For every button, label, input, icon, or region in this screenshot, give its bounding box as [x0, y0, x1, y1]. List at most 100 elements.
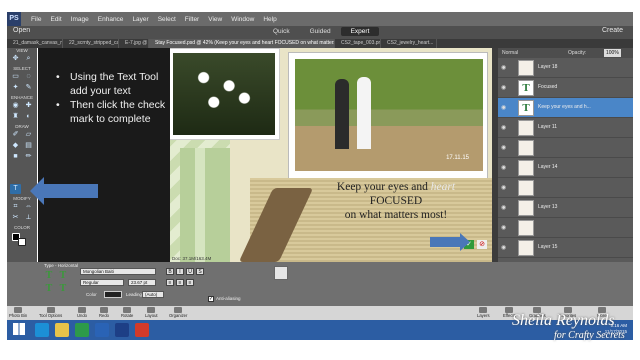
- sponge-icon[interactable]: ◐: [23, 112, 34, 122]
- layer-row[interactable]: ◉: [498, 178, 633, 198]
- clone-stamp-icon[interactable]: ♜: [10, 112, 21, 122]
- horizontal-type-icon[interactable]: T: [44, 271, 54, 281]
- eye-icon[interactable]: ◉: [501, 244, 506, 251]
- redo-button[interactable]: Redo: [99, 307, 109, 318]
- text-tool-icon[interactable]: T: [10, 184, 21, 194]
- menu-image[interactable]: Image: [71, 16, 89, 23]
- photo-bin-button[interactable]: Photo Bin: [9, 307, 27, 318]
- type-mask-icon[interactable]: T: [44, 284, 54, 294]
- cancel-edit-icon[interactable]: ⊘: [477, 240, 487, 249]
- eye-icon[interactable]: ◉: [501, 164, 506, 171]
- layer-row[interactable]: ◉: [498, 138, 633, 158]
- align-left-icon[interactable]: ≡: [166, 279, 174, 286]
- layer-row[interactable]: ◉ T Focused: [498, 78, 633, 98]
- lasso-tool-icon[interactable]: ◌: [23, 72, 34, 82]
- crop-tool-icon[interactable]: ⌗: [10, 202, 21, 212]
- eye-icon[interactable]: ◉: [501, 184, 506, 191]
- open-button[interactable]: Open: [13, 27, 30, 34]
- document-canvas[interactable]: 17.11.15 Keep your eyes and heart FOCUSE…: [170, 48, 492, 262]
- eye-icon[interactable]: ◉: [501, 64, 506, 71]
- align-center-icon[interactable]: ≡: [176, 279, 184, 286]
- chrome-icon[interactable]: [75, 323, 89, 337]
- photoshop-elements-icon[interactable]: [115, 323, 129, 337]
- leading-select[interactable]: (Auto): [142, 291, 164, 298]
- layer-row[interactable]: ◉ Layer 18: [498, 58, 633, 78]
- layer-row[interactable]: ◉ Layer 15: [498, 238, 633, 258]
- zoom-tool-icon[interactable]: ⌕: [23, 54, 34, 64]
- layer-row[interactable]: ◉ Layer 11: [498, 118, 633, 138]
- doc-tab[interactable]: 21_damask_canvas_mext.jpg: [7, 39, 63, 48]
- menu-filter[interactable]: Filter: [185, 16, 199, 23]
- doc-tab[interactable]: CS2_tape_003.png: [335, 39, 381, 48]
- eye-icon[interactable]: ◉: [501, 124, 506, 131]
- eraser-tool-icon[interactable]: ▱: [23, 130, 34, 140]
- tool-options-button[interactable]: Tool Options: [39, 307, 62, 318]
- layer-row-selected[interactable]: ◉ T Keep your eyes and h...: [498, 98, 633, 118]
- doc-tab[interactable]: CS2_jewelry_heart...: [381, 39, 437, 48]
- vertical-type-icon[interactable]: T: [58, 271, 68, 281]
- antialias-checkbox[interactable]: ✓: [208, 296, 214, 302]
- align-right-icon[interactable]: ≡: [186, 279, 194, 286]
- italic-button[interactable]: I: [176, 268, 184, 275]
- text-color-swatch[interactable]: [104, 291, 122, 298]
- menu-window[interactable]: Window: [231, 16, 254, 23]
- font-style-select[interactable]: Regular: [80, 279, 124, 286]
- font-size-select[interactable]: 23.67 pt: [128, 279, 156, 286]
- magic-wand-icon[interactable]: ✦: [10, 83, 21, 93]
- shape-tool-icon[interactable]: ■: [10, 152, 21, 162]
- file-explorer-icon[interactable]: [55, 323, 69, 337]
- blend-mode-select[interactable]: Normal: [502, 50, 518, 56]
- layout-button[interactable]: Layout: [145, 307, 158, 318]
- organizer-button[interactable]: Organizer: [169, 307, 187, 318]
- marquee-tool-icon[interactable]: ▭: [10, 72, 21, 82]
- menu-view[interactable]: View: [208, 16, 222, 23]
- undo-button[interactable]: Undo: [77, 307, 87, 318]
- type-on-path-icon[interactable]: T: [58, 284, 68, 294]
- brush-tool-icon[interactable]: ✐: [10, 130, 21, 140]
- font-family-select[interactable]: Mongolian Baiti: [80, 268, 156, 275]
- create-button[interactable]: Create: [602, 27, 623, 34]
- straighten-tool-icon[interactable]: ⟂: [23, 213, 34, 223]
- move-tool-icon[interactable]: ✥: [10, 54, 21, 64]
- doc-tab[interactable]: E-7.jpg @ 3...: [119, 39, 149, 48]
- spot-heal-icon[interactable]: ✚: [23, 101, 34, 111]
- layer-row[interactable]: ◉: [498, 218, 633, 238]
- paint-bucket-icon[interactable]: ◆: [10, 141, 21, 151]
- mode-guided[interactable]: Guided: [300, 27, 341, 36]
- eye-icon[interactable]: ◉: [501, 144, 506, 151]
- rotate-button[interactable]: Rotate: [121, 307, 133, 318]
- menu-enhance[interactable]: Enhance: [98, 16, 124, 23]
- eye-icon[interactable]: ◉: [501, 204, 506, 211]
- bold-button[interactable]: B: [166, 268, 174, 275]
- quick-select-icon[interactable]: ✎: [23, 83, 34, 93]
- pencil-tool-icon[interactable]: ✏: [23, 152, 34, 162]
- layer-row[interactable]: ◉ Layer 13: [498, 198, 633, 218]
- gradient-tool-icon[interactable]: ▤: [23, 141, 34, 151]
- color-picker-box[interactable]: [274, 266, 288, 280]
- menu-select[interactable]: Select: [158, 16, 176, 23]
- menu-file[interactable]: File: [31, 16, 41, 23]
- layer-row[interactable]: ◉ Layer 14: [498, 158, 633, 178]
- ie-icon[interactable]: [35, 323, 49, 337]
- windows-start-icon[interactable]: [13, 323, 25, 335]
- word-icon[interactable]: [95, 323, 109, 337]
- mode-expert[interactable]: Expert: [340, 27, 380, 36]
- doc-tab[interactable]: 22_scrnty_stripped_canvas.jpg: [63, 39, 119, 48]
- underline-button[interactable]: U: [186, 268, 194, 275]
- mode-quick[interactable]: Quick: [263, 27, 300, 36]
- eye-icon[interactable]: ◉: [501, 224, 506, 231]
- opacity-field[interactable]: 100%: [604, 49, 621, 57]
- layers-button[interactable]: Layers: [477, 307, 490, 318]
- eye-icon[interactable]: ◉: [501, 84, 506, 91]
- strikethrough-button[interactable]: S: [196, 268, 204, 275]
- doc-tab-active[interactable]: Stay Focused.psd @ 42% (Keep your eyes a…: [149, 39, 335, 48]
- eye-icon[interactable]: ◉: [501, 104, 506, 111]
- content-move-icon[interactable]: ✂: [10, 213, 21, 223]
- powerpoint-icon[interactable]: [135, 323, 149, 337]
- menu-edit[interactable]: Edit: [50, 16, 61, 23]
- menu-help[interactable]: Help: [263, 16, 276, 23]
- eye-tool-icon[interactable]: ◉: [10, 101, 21, 111]
- text-layer-quote[interactable]: Keep your eyes and heart FOCUSED on what…: [304, 180, 488, 222]
- menu-layer[interactable]: Layer: [132, 16, 148, 23]
- background-color-swatch[interactable]: [18, 238, 26, 246]
